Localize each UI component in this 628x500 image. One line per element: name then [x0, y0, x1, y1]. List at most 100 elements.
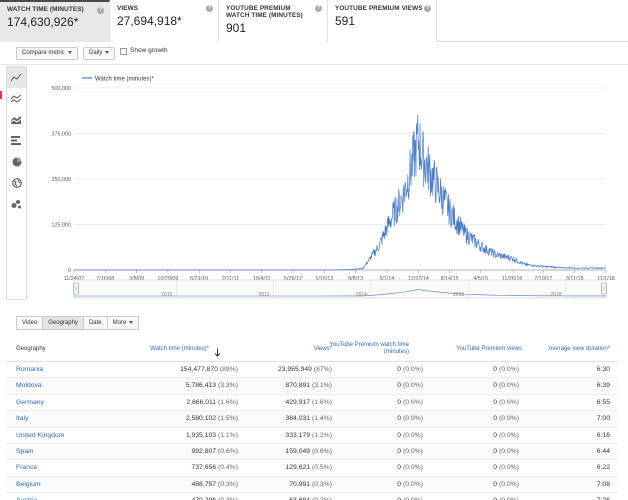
header-premium-watch-time[interactable]: YouTube Premium watch time (minutes): [324, 342, 409, 356]
geography-table: Geography Watch time (minutes)* Views* Y…: [6, 338, 618, 500]
help-icon[interactable]: ?: [424, 5, 431, 12]
chart-legend: Watch time (minutes)*: [82, 77, 154, 83]
compare-metric-dropdown[interactable]: Compare metric: [16, 47, 78, 60]
cell-watch-time: 2,580,102 (1.5%): [126, 415, 238, 423]
cell-premium-watch-time: 0 (0.0%): [326, 366, 423, 374]
help-icon[interactable]: ?: [315, 5, 322, 12]
metric-label: VIEWS: [117, 5, 139, 12]
percent-share: (0.0%): [402, 431, 423, 439]
sort-down-icon[interactable]: [214, 344, 221, 362]
watch-time-chart: Watch time (minutes)* 500,000 375,000 250,…: [28, 66, 618, 310]
cell-value: 7:08: [596, 480, 610, 488]
year-label: 2018: [550, 292, 561, 298]
line-chart-icon[interactable]: [7, 67, 26, 88]
interval-label: Daily: [89, 50, 103, 56]
metric-value: 174,630,926*: [7, 15, 79, 30]
tab-video[interactable]: Video: [16, 316, 44, 330]
table-row: Belgium 488,757 (0.3%) 70,991 (0.3%) 0 (0.0…: [6, 476, 618, 494]
show-growth-checkbox[interactable]: [120, 48, 127, 55]
y-tick-label: 375,000: [52, 132, 72, 138]
header-premium-views[interactable]: YouTube Premium views: [426, 346, 522, 353]
metric-card-premium-watch-time[interactable]: YOUTUBE PREMIUM WATCH TIME (MINUTES) 901…: [219, 0, 328, 42]
cell-value: 0: [397, 464, 402, 472]
header-avg-duration[interactable]: Average view duration*: [526, 346, 610, 353]
cell-value: 0: [493, 480, 498, 488]
table-header: Geography Watch time (minutes)* Views* Y…: [6, 338, 618, 362]
cell-premium-watch-time: 0 (0.0%): [326, 415, 423, 423]
cell-value: 0: [397, 398, 402, 406]
year-label: 2016: [453, 292, 464, 298]
analytics-page: WATCH TIME (MINUTES) 174,630,926* ? VIEW…: [0, 0, 628, 500]
cell-value: 6:55: [596, 398, 610, 406]
cell-value: 6:16: [596, 431, 610, 439]
cell-value: 384,031: [285, 415, 311, 423]
help-icon[interactable]: ?: [206, 5, 213, 12]
percent-share: (0.0%): [498, 382, 519, 390]
cell-watch-time: 737,656 (0.4%): [126, 464, 239, 472]
cell-views: 23,955,949 (87%): [226, 366, 332, 374]
cell-value: 159,049: [285, 447, 311, 455]
cell-premium-views: 0 (0.0%): [426, 366, 519, 374]
table-row: Romania 154,477,870 (89%) 23,955,949 (87%)…: [6, 362, 618, 379]
cell-geography[interactable]: Moldova: [16, 382, 42, 390]
cell-value: 7:00: [596, 415, 610, 423]
cell-watch-time: 992,807 (0.6%): [126, 448, 239, 456]
table-row: Germany 2,866,011 (1.6%) 429,917 (1.6%) 0 (…: [6, 395, 618, 412]
percent-share: (0.0%): [402, 480, 423, 488]
cell-geography[interactable]: United Kingdom: [16, 432, 64, 440]
bubble-chart-icon[interactable]: [7, 193, 26, 214]
cell-value: 0: [493, 398, 498, 406]
percent-share: (0.0%): [498, 464, 519, 472]
percent-share: (0.0%): [402, 398, 423, 406]
cell-value: 6:22: [596, 464, 610, 472]
cell-views: 384,031 (1.4%): [226, 415, 333, 423]
cell-premium-watch-time: 0 (0.0%): [326, 464, 423, 472]
tab-more[interactable]: More: [106, 316, 140, 330]
cell-premium-views: 0 (0.0%): [426, 382, 519, 390]
metric-card-premium-views[interactable]: YOUTUBE PREMIUM VIEWS 591 ?: [328, 0, 437, 42]
compare-metric-label: Compare metric: [22, 50, 65, 56]
header-watch-time[interactable]: Watch time (minutes)*: [136, 346, 209, 353]
header-geography[interactable]: Geography: [16, 346, 46, 353]
y-tick-label: 0: [68, 268, 71, 274]
cell-watch-time: 2,866,011 (1.6%): [126, 399, 238, 407]
cell-geography[interactable]: France: [16, 464, 37, 472]
table-row: Moldova 5,786,413 (3.3%) 870,891 (3.1%) 0 (…: [6, 378, 618, 395]
tab-date[interactable]: Date: [82, 316, 108, 330]
cell-views: 70,991 (0.3%): [226, 481, 332, 489]
multi-line-chart-icon[interactable]: [7, 88, 26, 109]
chart-grid: [74, 87, 606, 271]
cell-premium-watch-time: 0 (0.0%): [326, 432, 423, 440]
range-navigator[interactable]: 2010 2012 2014 2016 2018: [73, 279, 607, 299]
cell-avg-duration: 6:55: [526, 399, 610, 407]
cell-geography[interactable]: Romania: [16, 366, 43, 374]
cell-value: 0: [397, 431, 402, 439]
metric-card-watch-time[interactable]: WATCH TIME (MINUTES) 174,630,926* ?: [0, 0, 110, 42]
cell-premium-watch-time: 0 (0.0%): [326, 382, 423, 390]
cell-value: 154,477,870: [180, 366, 218, 373]
chart-type-panel: [6, 66, 27, 300]
cell-value: 23,955,949: [277, 366, 312, 373]
cell-geography[interactable]: Spain: [16, 448, 33, 456]
cell-geography[interactable]: Belgium: [16, 481, 41, 489]
bar-chart-icon[interactable]: [7, 130, 26, 151]
pie-chart-icon[interactable]: [7, 151, 26, 172]
cell-value: 6:39: [596, 382, 610, 390]
metric-card-views[interactable]: VIEWS 27,694,918* ?: [110, 0, 219, 42]
tab-geography[interactable]: Geography: [42, 316, 84, 330]
cell-value: Germany: [16, 398, 44, 406]
cell-value: 0: [493, 415, 498, 423]
y-tick-label: 125,000: [52, 223, 72, 229]
percent-share: (0.0%): [498, 415, 519, 423]
legend-label: Watch time (minutes)*: [95, 77, 154, 83]
stacked-area-chart-icon[interactable]: [7, 109, 26, 130]
interval-dropdown[interactable]: Daily: [83, 47, 116, 60]
cell-value: Romania: [16, 366, 44, 373]
cell-geography[interactable]: Germany: [16, 399, 44, 407]
cell-geography[interactable]: Italy: [16, 415, 28, 423]
cell-avg-duration: 6:39: [526, 382, 610, 390]
help-icon[interactable]: ?: [97, 7, 104, 14]
cell-watch-time: 488,757 (0.3%): [126, 481, 239, 489]
navigator-track: [73, 279, 607, 299]
map-icon[interactable]: [7, 172, 26, 193]
